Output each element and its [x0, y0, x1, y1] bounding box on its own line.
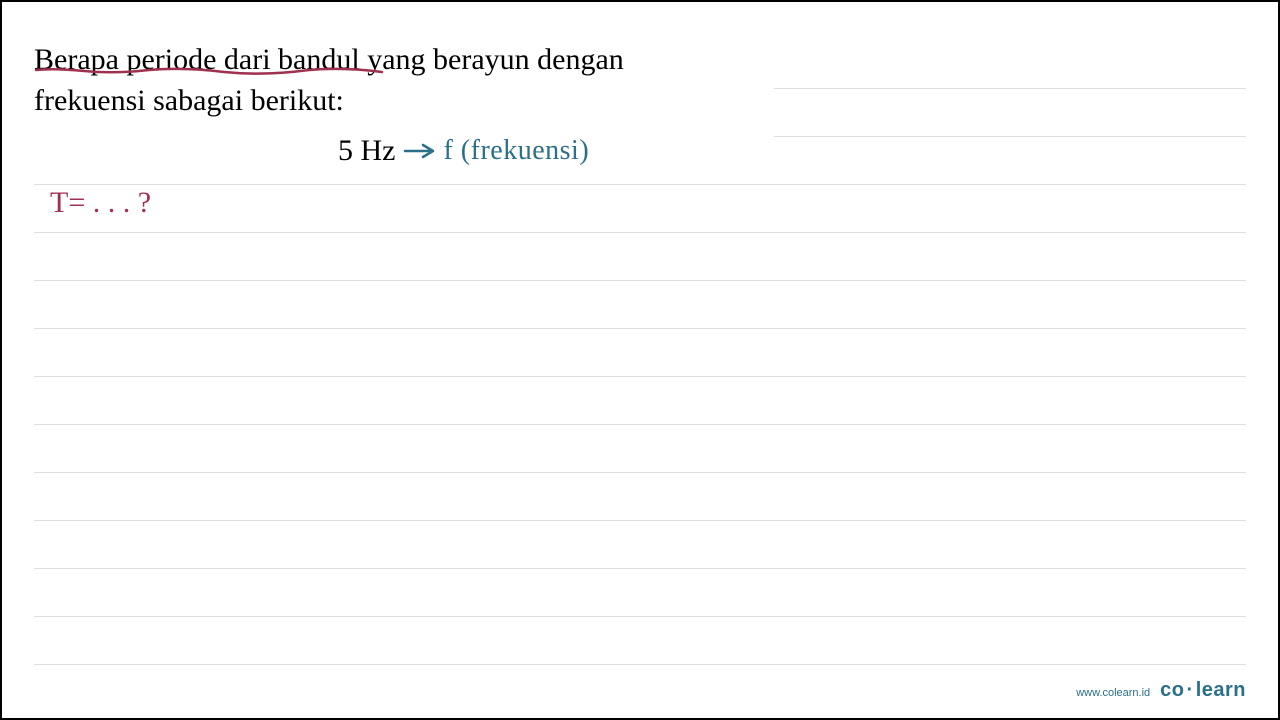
footer-url: www.colearn.id	[1076, 687, 1150, 699]
arrow-right-icon	[403, 140, 439, 162]
frequency-row: 5 Hz f (frekuensi)	[338, 134, 589, 168]
question-text-line1: Berapa periode dari bandul yang berayun …	[34, 40, 1246, 81]
period-prompt: T= . . . ?	[50, 186, 151, 220]
brand-dot: ·	[1187, 679, 1194, 701]
question-text-line2: frekuensi sabagai berikut:	[34, 81, 1246, 122]
frequency-value: 5 Hz	[338, 134, 395, 168]
frequency-annotation: f (frekuensi)	[443, 135, 589, 167]
footer-brand: co·learn	[1160, 679, 1246, 702]
footer: www.colearn.id co·learn	[1076, 679, 1246, 702]
document-canvas: Berapa periode dari bandul yang berayun …	[2, 2, 1278, 718]
brand-part2: learn	[1196, 679, 1246, 701]
brand-part1: co	[1160, 679, 1184, 701]
